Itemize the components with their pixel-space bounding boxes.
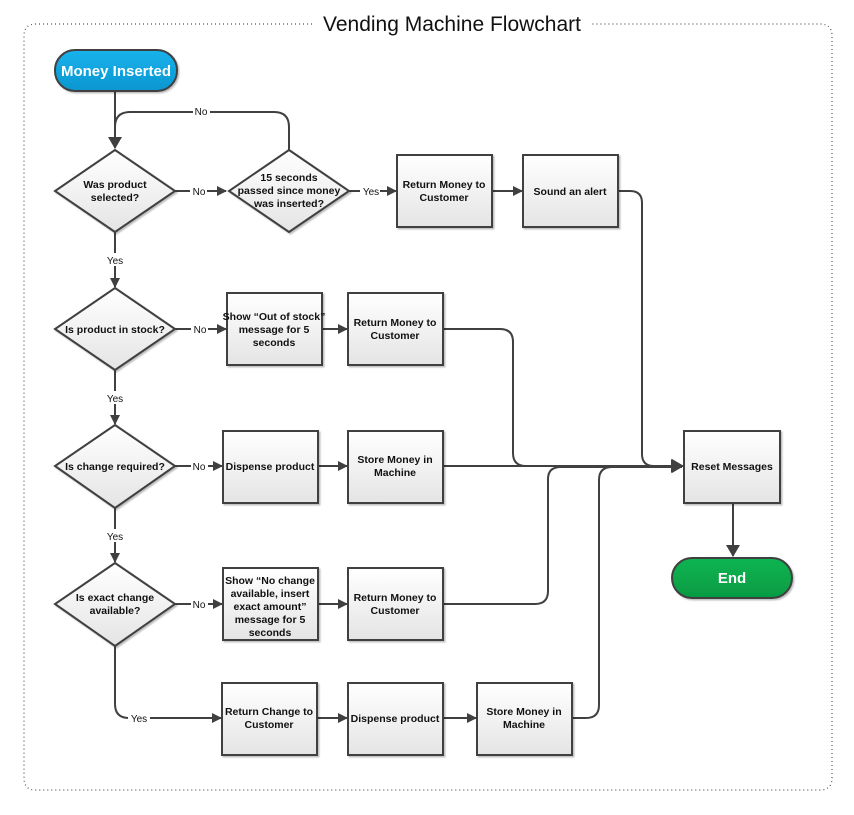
end-label: End xyxy=(718,570,746,587)
process-label: Dispense product xyxy=(226,461,315,473)
start-label: Money Inserted xyxy=(61,63,171,80)
diagram-title: Vending Machine Flowchart xyxy=(323,13,581,36)
process-label: Dispense product xyxy=(351,713,440,725)
process-label: exact amount” xyxy=(234,601,307,613)
process-label: Customer xyxy=(370,330,419,342)
decision-timeout[interactable]: 15 seconds passed since money was insert… xyxy=(227,148,351,234)
decision-product-selected[interactable]: Was product selected? xyxy=(53,148,177,234)
edge-label-selected-yes: Yes xyxy=(107,256,123,267)
edge-label-selected-no: No xyxy=(193,187,206,198)
process-label: Show “No change xyxy=(225,575,315,587)
decision-label: Is product in stock? xyxy=(65,324,165,336)
process-return-change[interactable]: Return Change to Customer xyxy=(221,682,318,756)
process-label: Sound an alert xyxy=(534,186,607,198)
process-label: Reset Messages xyxy=(691,461,773,473)
process-store-money-1[interactable]: Store Money in Machine xyxy=(347,430,444,504)
process-reset-messages[interactable]: Reset Messages xyxy=(683,430,781,504)
decision-exact-change[interactable]: Is exact change available? xyxy=(53,561,177,648)
process-label: Store Money in xyxy=(357,454,432,466)
process-label: Return Money to xyxy=(403,179,486,191)
flowchart-canvas: Vending Machine Flowchart No No Yes Yes … xyxy=(23,13,833,791)
start-terminal[interactable]: Money Inserted xyxy=(54,49,178,92)
decision-label: Is change required? xyxy=(65,461,165,473)
process-label: Return Money to xyxy=(354,592,437,604)
decision-change-required[interactable]: Is change required? xyxy=(53,423,177,510)
process-label: message for 5 xyxy=(235,614,306,626)
process-store-money-2[interactable]: Store Money in Machine xyxy=(476,682,573,756)
process-label: Return Change to xyxy=(225,706,313,718)
process-out-of-stock-message[interactable]: Show “Out of stock” message for 5 second… xyxy=(223,292,326,366)
decision-label: available? xyxy=(90,605,141,617)
process-label: Machine xyxy=(503,719,545,731)
process-no-change-message[interactable]: Show “No change available, insert exact … xyxy=(222,567,319,641)
process-label: seconds xyxy=(249,627,292,639)
process-label: Customer xyxy=(370,605,419,617)
edge-store2-to-reset xyxy=(572,466,682,719)
decision-label: Was product xyxy=(83,179,147,191)
process-label: Customer xyxy=(419,192,468,204)
process-return-money-2[interactable]: Return Money to Customer xyxy=(347,292,444,366)
decision-label: Is exact change xyxy=(76,592,154,604)
edge-return3-to-reset xyxy=(443,466,682,605)
edge-label-change-no: No xyxy=(193,462,206,473)
process-label: Show “Out of stock” xyxy=(223,311,326,323)
edge-label-exact-no: No xyxy=(193,600,206,611)
process-label: Customer xyxy=(244,719,293,731)
decision-label: 15 seconds xyxy=(260,172,317,184)
process-sound-alert[interactable]: Sound an alert xyxy=(522,154,619,228)
process-dispense-product-1[interactable]: Dispense product xyxy=(222,430,319,504)
decision-in-stock[interactable]: Is product in stock? xyxy=(53,286,177,372)
edge-exact-yes xyxy=(114,646,222,723)
edge-label-timeout-yes: Yes xyxy=(363,187,379,198)
edge-label-exact-yes: Yes xyxy=(131,714,147,725)
edge-return2-to-reset xyxy=(443,328,682,467)
edge-label-timeout-no: No xyxy=(195,107,208,118)
end-terminal[interactable]: End xyxy=(671,557,793,599)
container-border xyxy=(23,23,833,791)
decision-label: was inserted? xyxy=(253,198,324,210)
process-return-money-3[interactable]: Return Money to Customer xyxy=(347,567,444,641)
process-label: Machine xyxy=(374,467,416,479)
decision-label: selected? xyxy=(91,192,139,204)
process-label: seconds xyxy=(253,337,296,349)
process-label: available, insert xyxy=(231,588,310,600)
edge-label-stock-yes: Yes xyxy=(107,394,123,405)
process-label: message for 5 xyxy=(239,324,310,336)
process-label: Return Money to xyxy=(354,317,437,329)
edge-alert-to-reset xyxy=(618,190,683,473)
decision-label: passed since money xyxy=(238,185,341,197)
process-dispense-product-2[interactable]: Dispense product xyxy=(347,682,444,756)
edge-label-stock-no: No xyxy=(194,325,207,336)
process-label: Store Money in xyxy=(486,706,561,718)
edge-label-change-yes: Yes xyxy=(107,532,123,543)
process-return-money-1[interactable]: Return Money to Customer xyxy=(396,154,493,228)
